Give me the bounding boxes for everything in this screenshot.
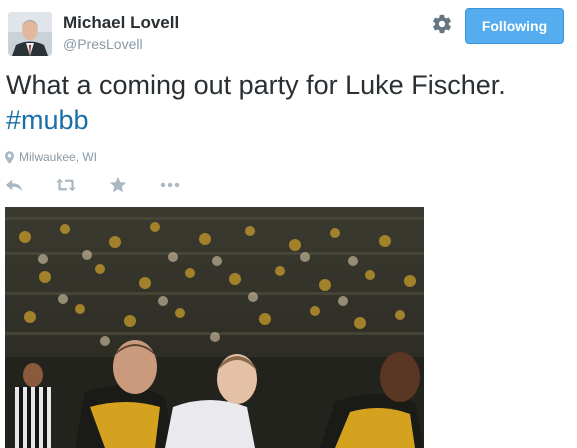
user-name[interactable]: Michael Lovell <box>63 13 179 33</box>
hashtag-link[interactable]: #mubb <box>6 105 89 135</box>
tweet-photo[interactable] <box>5 207 424 448</box>
location-label: Milwaukee, WI <box>19 150 98 164</box>
avatar[interactable] <box>8 12 52 56</box>
favorite-icon[interactable] <box>109 176 129 196</box>
basketball-game-photo <box>5 207 424 448</box>
tweet-location[interactable]: Milwaukee, WI <box>5 150 97 164</box>
user-handle[interactable]: @PresLovell <box>63 36 143 52</box>
gear-icon[interactable] <box>431 13 453 35</box>
location-pin-icon <box>5 150 14 164</box>
avatar-image <box>8 12 52 56</box>
tweet-header: Michael Lovell @PresLovell Following <box>0 0 577 60</box>
retweet-icon[interactable] <box>55 176 79 196</box>
tweet-body: What a coming out party for Luke Fischer… <box>6 70 506 100</box>
more-icon[interactable] <box>160 176 182 196</box>
tweet-text: What a coming out party for Luke Fischer… <box>6 68 566 138</box>
following-button[interactable]: Following <box>465 8 564 44</box>
reply-icon[interactable] <box>5 176 25 196</box>
